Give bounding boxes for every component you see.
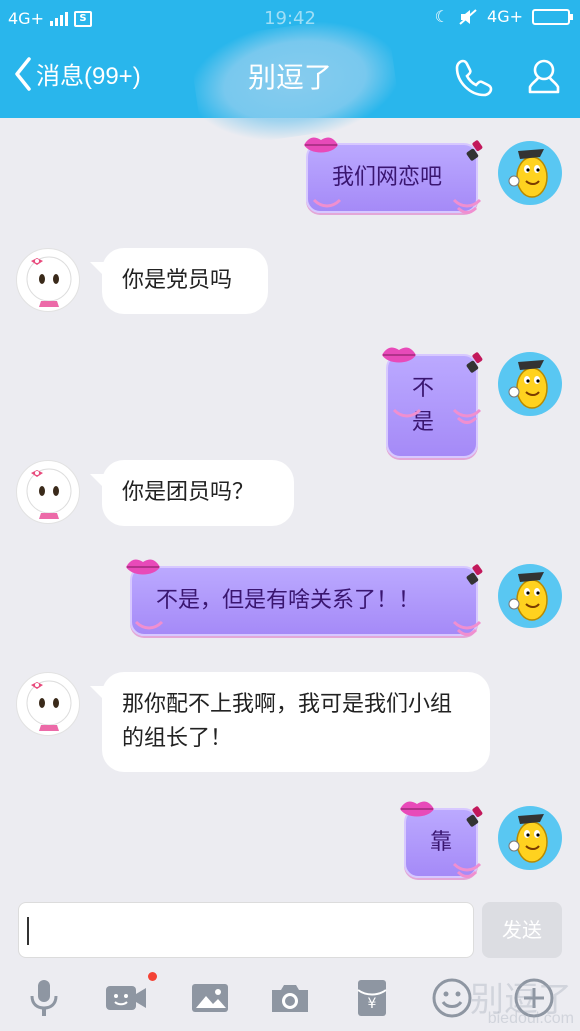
message-text: 我们网恋吧 [332,165,443,190]
contact-avatar[interactable] [16,672,80,736]
camera-icon[interactable] [268,976,312,1020]
red-envelope-icon[interactable]: ¥ [350,976,394,1020]
ribbon-decoration-icon [452,620,482,636]
ribbon-decoration-icon [312,198,342,208]
send-button[interactable]: 发送 [482,902,562,958]
my-avatar[interactable] [498,806,562,870]
ribbon-decoration-icon [452,198,482,214]
do-not-disturb-icon: ☾ [434,7,450,26]
my-avatar[interactable] [498,141,562,205]
yellow-mascot-icon [508,149,548,198]
lips-sticker-icon [400,801,434,817]
mute-icon [459,8,477,25]
video-icon[interactable] [104,976,148,1020]
lipstick-icon [466,352,483,373]
my-avatar[interactable] [498,352,562,416]
girl-cartoon-icon [26,468,72,519]
incoming-bubble[interactable]: 那你配不上我啊，我可是我们小组的组长了！ [90,672,490,772]
ribbon-decoration-icon [134,620,164,630]
girl-cartoon-icon [26,680,72,731]
lipstick-icon [466,140,483,161]
battery-icon [532,8,573,25]
svg-text:¥: ¥ [368,996,377,1012]
lips-sticker-icon [304,137,338,153]
yellow-mascot-icon [508,814,548,863]
lipstick-icon [466,806,483,827]
incoming-bubble[interactable]: 你是党员吗 [90,248,268,314]
incoming-bubble[interactable]: 你是团员吗？ [90,460,294,526]
text-cursor [27,917,29,945]
phone-call-icon[interactable] [452,56,496,100]
yellow-mascot-icon [508,360,548,409]
message-text: 你是党员吗 [122,268,233,293]
message-text: 不是，但是有啥关系了！！ [156,588,421,613]
ribbon-decoration-icon [452,862,482,878]
lipstick-icon [466,564,483,585]
contact-avatar[interactable] [16,460,80,524]
contact-avatar[interactable] [16,248,80,312]
my-avatar[interactable] [498,564,562,628]
image-icon[interactable] [188,976,232,1020]
lips-sticker-icon [126,559,160,575]
ribbon-decoration-icon [452,408,482,424]
message-text: 那你配不上我啊，我可是我们小组的组长了！ [122,692,453,751]
ribbon-decoration-icon [392,408,422,418]
message-input-bar: 发送 [0,890,580,966]
watermark-url: biedoul.com [487,1010,574,1027]
message-text: 靠 [429,830,452,855]
video-badge-dot [148,972,157,981]
microphone-icon[interactable] [22,976,66,1020]
chat-header: 消息(99+) 别逗了 [0,12,580,150]
yellow-mascot-icon [508,572,548,621]
contact-profile-icon[interactable] [522,56,566,100]
outgoing-bubble[interactable]: 不是，但是有啥关系了！！ [130,566,478,636]
message-text: 你是团员吗？ [122,480,255,505]
message-input[interactable] [18,902,474,958]
emoji-icon[interactable] [430,976,474,1020]
network-indicator-right: 4G+ [487,7,523,26]
lips-sticker-icon [382,347,416,363]
girl-cartoon-icon [26,256,72,307]
